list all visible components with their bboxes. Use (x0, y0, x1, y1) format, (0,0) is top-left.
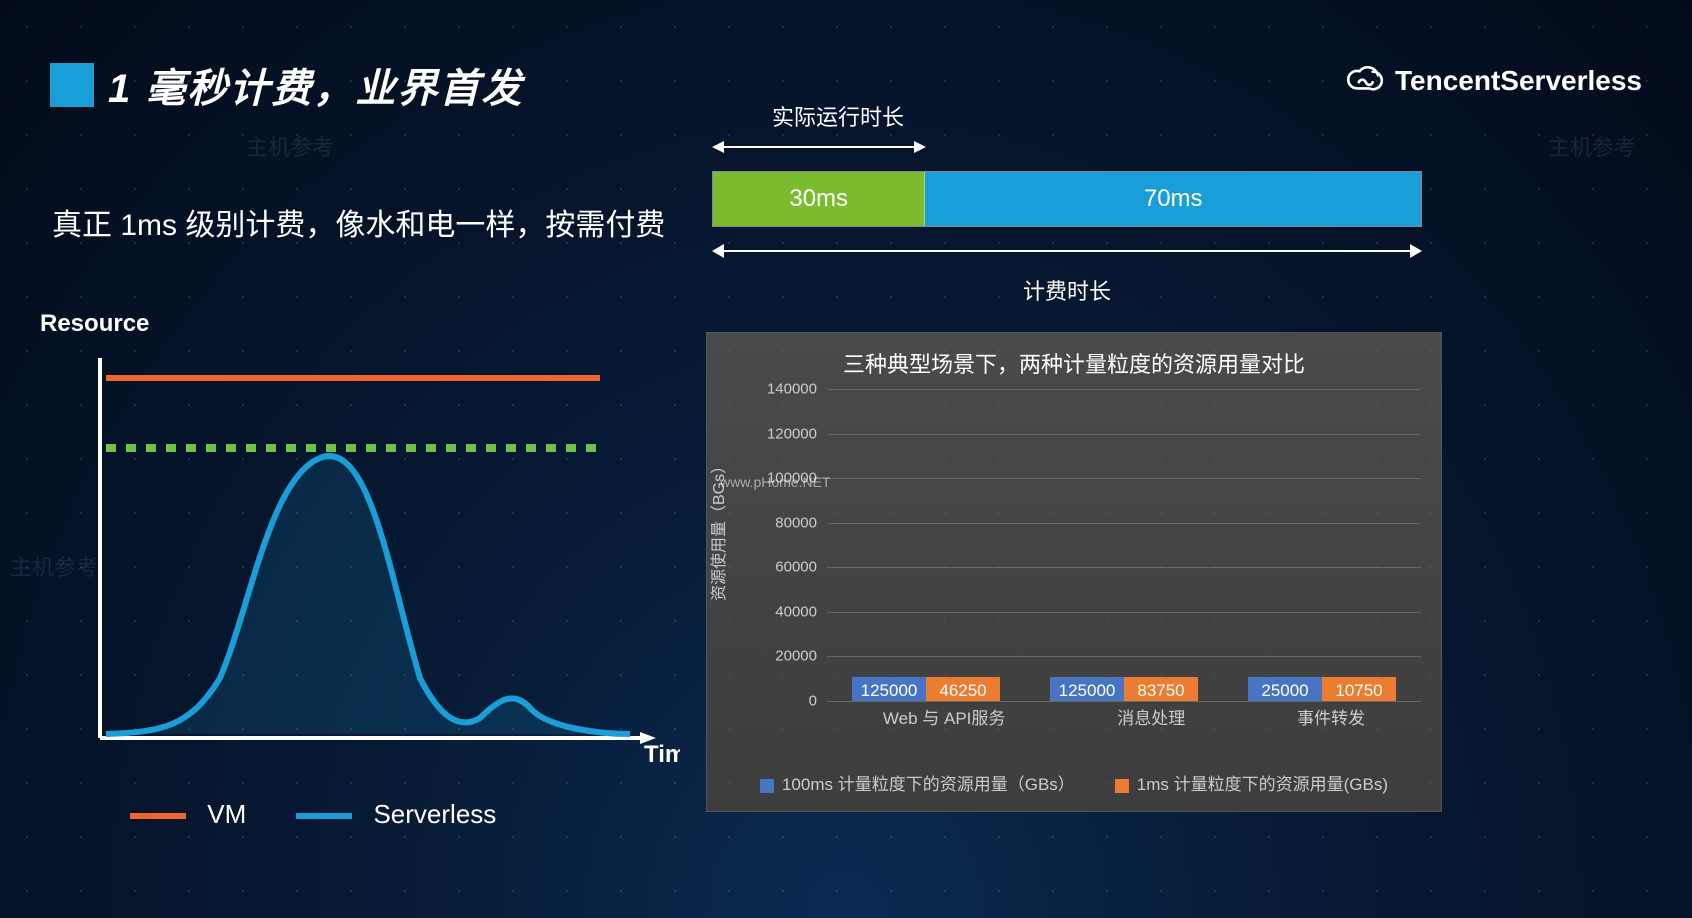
serverless-series-line (106, 456, 630, 734)
bar-gridline (827, 567, 1421, 568)
timing-bar: 30ms 70ms (712, 171, 1422, 227)
timing-diagram: 实际运行时长 30ms 70ms 计费时长 (712, 100, 1422, 306)
line-chart-ylabel: Resource (40, 310, 680, 338)
title-wrap: 1 毫秒计费，业界首发 (50, 56, 523, 114)
bar-ytick: 120000 (757, 425, 817, 442)
timing-arrow-top (712, 136, 926, 156)
bar-chart-legend: 100ms 计量粒度下的资源用量（GBs） 1ms 计量粒度下的资源用量(GBs… (707, 770, 1441, 795)
bar-legend-a: 100ms 计量粒度下的资源用量（GBs） (760, 770, 1075, 795)
bar-ytick: 20000 (757, 648, 817, 665)
line-chart-xlabel: Time (644, 741, 680, 768)
bar-category-labels: Web 与 API服务 消息处理 事件转发 (827, 704, 1421, 729)
bar-group-1: 125000 83750 (1039, 677, 1209, 701)
bar-chart-panel: 三种典型场景下，两种计量粒度的资源用量对比 资源使用量（BGs） 125000 … (706, 332, 1442, 812)
bar-ytick: 0 (757, 693, 817, 710)
bar-gridline (827, 656, 1421, 657)
timing-bottom-label: 计费时长 (712, 274, 1422, 306)
bar-chart-ylabel: 资源使用量（BGs） (705, 458, 729, 601)
bar-gridline (827, 434, 1421, 435)
resource-time-line-chart: Resource Time VM Serverless (40, 310, 680, 810)
bar-a-0: 125000 (852, 677, 926, 701)
bar-group-0: 125000 46250 (841, 677, 1011, 701)
bar-cat-1: 消息处理 (1117, 704, 1185, 729)
bar-groups: 125000 46250 125000 83750 25000 10750 (827, 389, 1421, 701)
brand-text: TencentServerless (1395, 65, 1642, 97)
bar-gridline (827, 389, 1421, 390)
bar-chart-title: 三种典型场景下，两种计量粒度的资源用量对比 (707, 333, 1441, 383)
watermark-cn: 主机参考 (1548, 130, 1636, 162)
legend-vm: VM (130, 799, 246, 830)
legend-serverless: Serverless (296, 799, 496, 830)
bar-ytick: 40000 (757, 603, 817, 620)
bar-ytick: 100000 (757, 470, 817, 487)
timing-seg-70ms: 70ms (925, 172, 1421, 226)
bar-b-0: 46250 (926, 677, 1000, 701)
bar-b-1: 83750 (1124, 677, 1198, 701)
brand: TencentServerless (1343, 56, 1642, 105)
bar-gridline (827, 478, 1421, 479)
bar-plot-area: 125000 46250 125000 83750 25000 10750 02… (827, 389, 1421, 701)
timing-top-label: 实际运行时长 (772, 100, 1422, 132)
bar-b-2: 10750 (1322, 677, 1396, 701)
line-chart-svg: Time (40, 338, 680, 768)
bar-ytick: 80000 (757, 514, 817, 531)
slide-subheading: 真正 1ms 级别计费，像水和电一样，按需付费 (52, 200, 665, 244)
bar-a-1: 125000 (1050, 677, 1124, 701)
watermark-cn: 主机参考 (246, 130, 334, 162)
line-chart-legend: VM Serverless (130, 799, 496, 830)
timing-arrow-bottom (712, 239, 1422, 263)
bar-legend-b: 1ms 计量粒度下的资源用量(GBs) (1115, 770, 1388, 795)
bar-gridline (827, 612, 1421, 613)
bar-cat-2: 事件转发 (1297, 704, 1365, 729)
cloud-infinity-icon (1343, 56, 1385, 105)
slide-title: 1 毫秒计费，业界首发 (108, 56, 523, 114)
bar-gridline (827, 523, 1421, 524)
bar-ytick: 60000 (757, 559, 817, 576)
bar-cat-0: Web 与 API服务 (883, 704, 1006, 729)
bar-a-2: 25000 (1248, 677, 1322, 701)
timing-seg-30ms: 30ms (713, 172, 925, 226)
title-bullet-square (50, 63, 94, 107)
bar-ytick: 140000 (757, 381, 817, 398)
bar-group-2: 25000 10750 (1237, 677, 1407, 701)
bar-gridline (827, 701, 1421, 702)
